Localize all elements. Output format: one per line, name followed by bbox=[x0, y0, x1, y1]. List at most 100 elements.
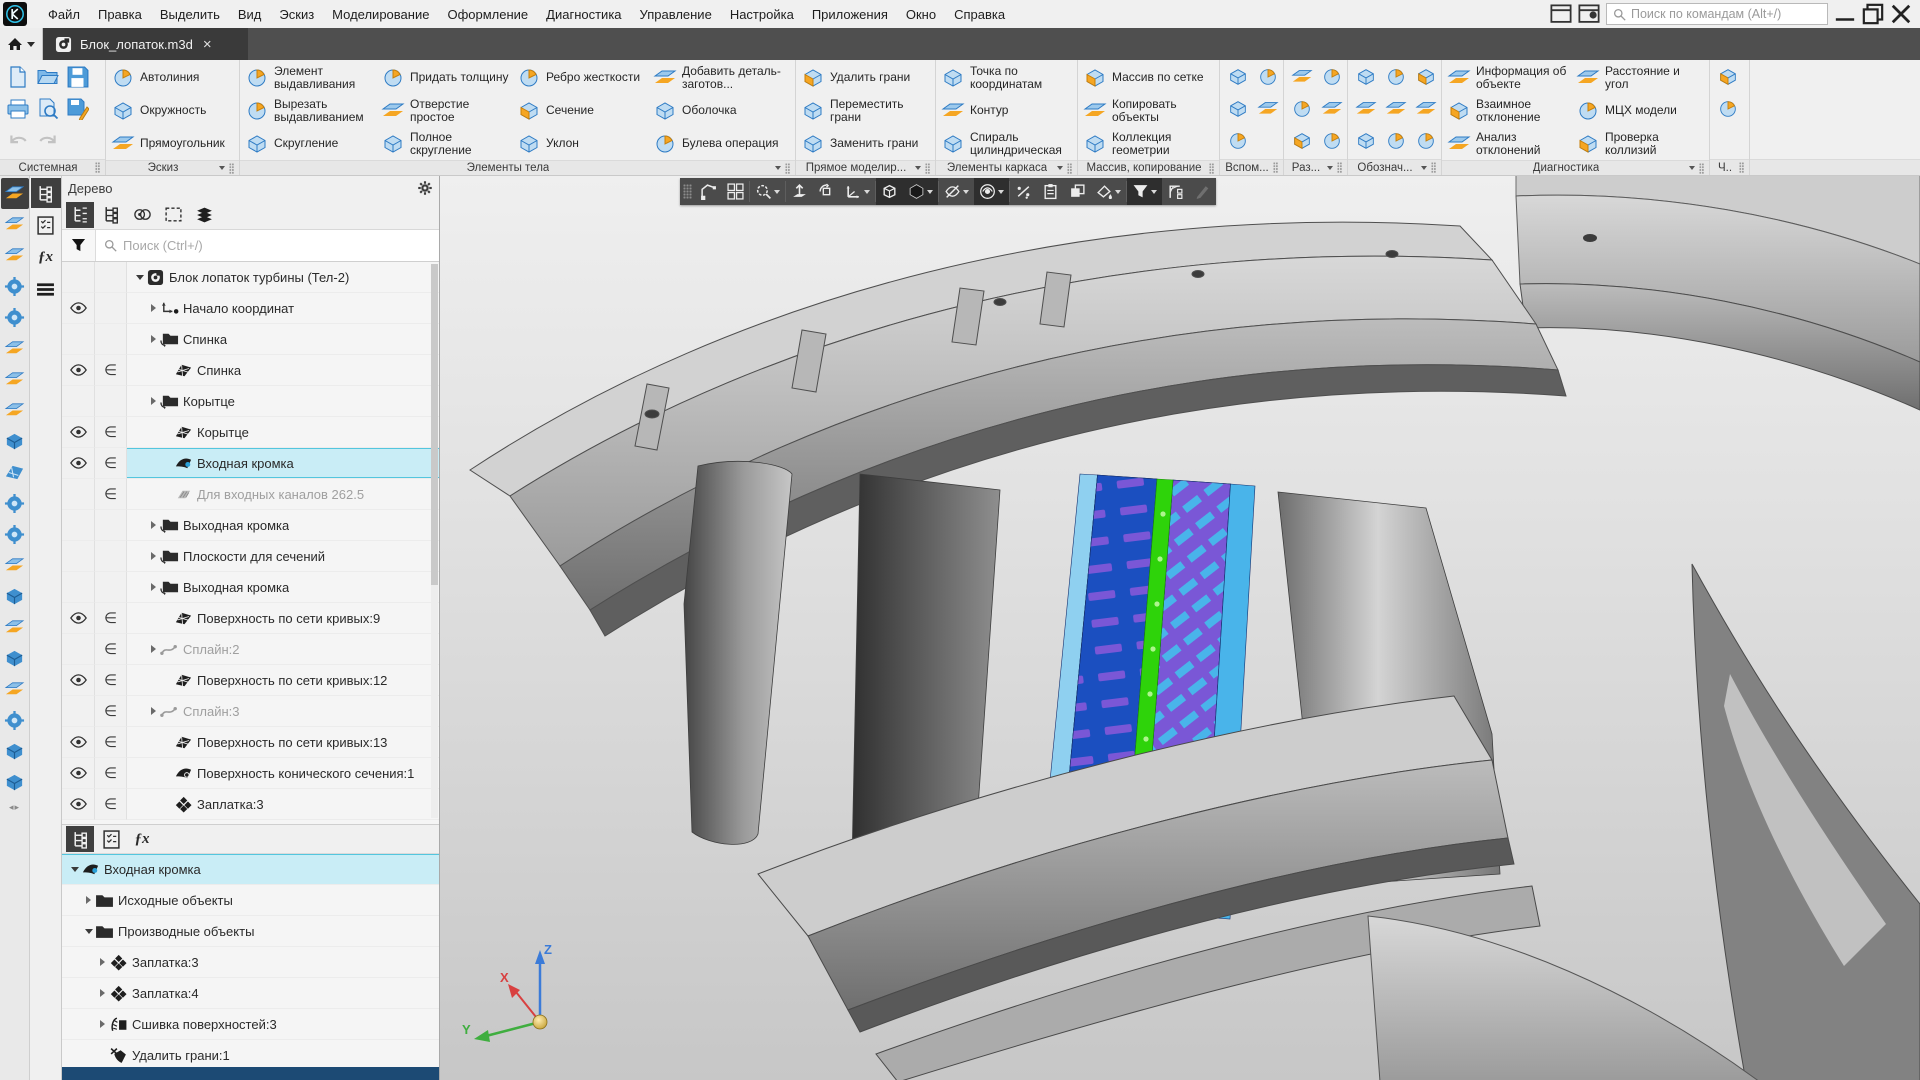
tree-row[interactable]: Спинка bbox=[62, 324, 439, 355]
expand-arrow-icon[interactable] bbox=[147, 521, 160, 529]
viewport-tool-section-view[interactable] bbox=[1010, 178, 1037, 205]
ribbon-button[interactable]: Добавить деталь-заготов... bbox=[651, 61, 787, 94]
viewport-tool-rotate-view[interactable] bbox=[813, 178, 840, 205]
tree-row[interactable]: ∈ Спинка bbox=[62, 355, 439, 386]
tree-row[interactable]: ∈ Входная кромка bbox=[62, 448, 439, 479]
ribbon-icon-button[interactable] bbox=[3, 93, 33, 125]
ribbon-icon-button[interactable] bbox=[33, 125, 63, 157]
tree-row[interactable]: Плоскости для сечений bbox=[62, 541, 439, 572]
ribbon-button[interactable]: Элемент выдавливания bbox=[243, 61, 379, 94]
expand-arrow-icon[interactable] bbox=[82, 929, 95, 934]
tree-row[interactable]: Заплатка:4 bbox=[62, 978, 439, 1009]
menu-item[interactable]: Окно bbox=[897, 3, 945, 26]
ribbon-button[interactable]: Полное скругление bbox=[379, 127, 515, 160]
viewport-tool-view-cube[interactable] bbox=[876, 178, 903, 205]
module-globe[interactable] bbox=[1, 395, 29, 426]
module-springs[interactable] bbox=[1, 674, 29, 705]
ribbon-icon-button[interactable] bbox=[33, 93, 63, 125]
gear-icon[interactable] bbox=[417, 180, 433, 196]
expand-arrow-icon[interactable] bbox=[96, 1020, 109, 1028]
ribbon-icon-button[interactable] bbox=[63, 93, 93, 125]
visibility-toggle[interactable] bbox=[62, 293, 95, 324]
menu-item[interactable]: Правка bbox=[89, 3, 151, 26]
ribbon-button[interactable]: Сечение bbox=[515, 94, 651, 127]
menu-item[interactable]: Управление bbox=[631, 3, 721, 26]
ribbon-icon-button[interactable] bbox=[1713, 93, 1743, 125]
ribbon-icon-button[interactable] bbox=[1287, 93, 1317, 125]
ribbon-group-footer[interactable]: Эскиз bbox=[106, 160, 239, 175]
tree-row[interactable]: Начало координат bbox=[62, 293, 439, 324]
menu-item[interactable]: Эскиз bbox=[270, 3, 323, 26]
ribbon-group-footer[interactable]: Системная bbox=[0, 159, 105, 175]
ribbon-button[interactable]: Ребро жесткости bbox=[515, 61, 651, 94]
module-fasteners[interactable] bbox=[1, 705, 29, 736]
ribbon-button[interactable]: Удалить грани bbox=[799, 61, 929, 94]
chevron-down-icon[interactable] bbox=[27, 42, 35, 47]
module-solid-modeling[interactable] bbox=[1, 178, 29, 209]
tree-tool-relations[interactable] bbox=[128, 202, 156, 228]
visibility-toggle[interactable] bbox=[62, 665, 95, 696]
ribbon-icon-button[interactable] bbox=[1381, 61, 1411, 93]
tree-row[interactable]: Выходная кромка bbox=[62, 572, 439, 603]
ribbon-icon-button[interactable] bbox=[1223, 125, 1253, 157]
ribbon-icon-button[interactable] bbox=[1411, 93, 1441, 125]
chevron-down-icon[interactable] bbox=[1327, 166, 1333, 170]
ribbon-button[interactable]: Заменить грани bbox=[799, 127, 929, 160]
model-adjacent-segment-top[interactable] bbox=[1516, 176, 1920, 410]
ribbon-button[interactable]: Автолиния bbox=[109, 61, 233, 94]
chevron-down-icon[interactable] bbox=[774, 190, 780, 194]
module-sketch-3d[interactable] bbox=[1, 240, 29, 271]
module-welding[interactable] bbox=[1, 550, 29, 581]
module-framework[interactable] bbox=[1, 271, 29, 302]
viewport-tool-zoom-area[interactable] bbox=[750, 178, 785, 205]
menu-item[interactable]: Моделирование bbox=[323, 3, 438, 26]
chevron-down-icon[interactable] bbox=[1151, 190, 1157, 194]
expand-arrow-icon[interactable] bbox=[147, 552, 160, 560]
expand-arrow-icon[interactable] bbox=[82, 896, 95, 904]
ribbon-icon-button[interactable] bbox=[1381, 125, 1411, 157]
expand-arrow-icon[interactable] bbox=[147, 583, 160, 591]
ribbon-button[interactable]: Спираль цилиндрическая bbox=[939, 127, 1071, 160]
ribbon-icon-button[interactable] bbox=[1317, 125, 1347, 157]
chevron-down-icon[interactable] bbox=[1689, 166, 1695, 170]
chevron-down-icon[interactable] bbox=[998, 190, 1004, 194]
viewport-tool-grid-windows[interactable] bbox=[722, 178, 749, 205]
side-tab-fx[interactable]: ƒx bbox=[31, 242, 61, 272]
tree-search-input[interactable] bbox=[123, 238, 431, 253]
ribbon-icon-button[interactable] bbox=[1351, 93, 1381, 125]
grip-icon[interactable] bbox=[95, 162, 100, 173]
grip-icon[interactable] bbox=[229, 163, 234, 174]
tree-row[interactable]: ∈ Корытце bbox=[62, 417, 439, 448]
chevron-down-icon[interactable] bbox=[864, 190, 870, 194]
ribbon-button[interactable]: Точка по координатам bbox=[939, 61, 1071, 94]
expand-arrow-icon[interactable] bbox=[96, 989, 109, 997]
ribbon-group-footer[interactable]: Элементы каркаса bbox=[936, 160, 1077, 175]
tree-row[interactable]: Корытце bbox=[62, 386, 439, 417]
tree-tool-tree-plain[interactable] bbox=[97, 202, 125, 228]
tree-search-field[interactable] bbox=[96, 230, 439, 261]
ribbon-group-footer[interactable]: Элементы тела bbox=[240, 160, 795, 175]
expand-arrow-icon[interactable] bbox=[147, 335, 160, 343]
module-gear-pair[interactable] bbox=[1, 364, 29, 395]
menu-item[interactable]: Диагностика bbox=[537, 3, 630, 26]
tree-scrollbar-thumb[interactable] bbox=[431, 264, 438, 585]
ribbon-icon-button[interactable] bbox=[1253, 61, 1283, 93]
module-building[interactable] bbox=[1, 302, 29, 333]
module-profiles[interactable] bbox=[1, 767, 29, 798]
ribbon-icon-button[interactable] bbox=[3, 61, 33, 93]
expand-arrow-icon[interactable] bbox=[96, 958, 109, 966]
viewport[interactable]: Z Y X bbox=[440, 176, 1920, 1080]
grip-icon[interactable] bbox=[1699, 163, 1704, 174]
tree-tool-tree-numbered[interactable] bbox=[66, 202, 94, 228]
chevron-down-icon[interactable] bbox=[219, 166, 225, 170]
tree-row[interactable]: Производные объекты bbox=[62, 916, 439, 947]
viewport-tool-clipboard[interactable] bbox=[1037, 178, 1064, 205]
tree-tool-select-frame[interactable] bbox=[159, 202, 187, 228]
ribbon-group-footer[interactable]: Прямое моделир... bbox=[796, 160, 935, 175]
visibility-toggle[interactable] bbox=[62, 355, 95, 386]
grip-icon[interactable] bbox=[1739, 162, 1744, 173]
ribbon-icon-button[interactable] bbox=[1411, 125, 1441, 157]
ribbon-group-footer[interactable]: Диагностика bbox=[1442, 160, 1709, 175]
tree-row[interactable]: Блок лопаток турбины (Тел-2) bbox=[62, 262, 439, 293]
tree-row[interactable]: ∈ Поверхность конического сечения:1 bbox=[62, 758, 439, 789]
